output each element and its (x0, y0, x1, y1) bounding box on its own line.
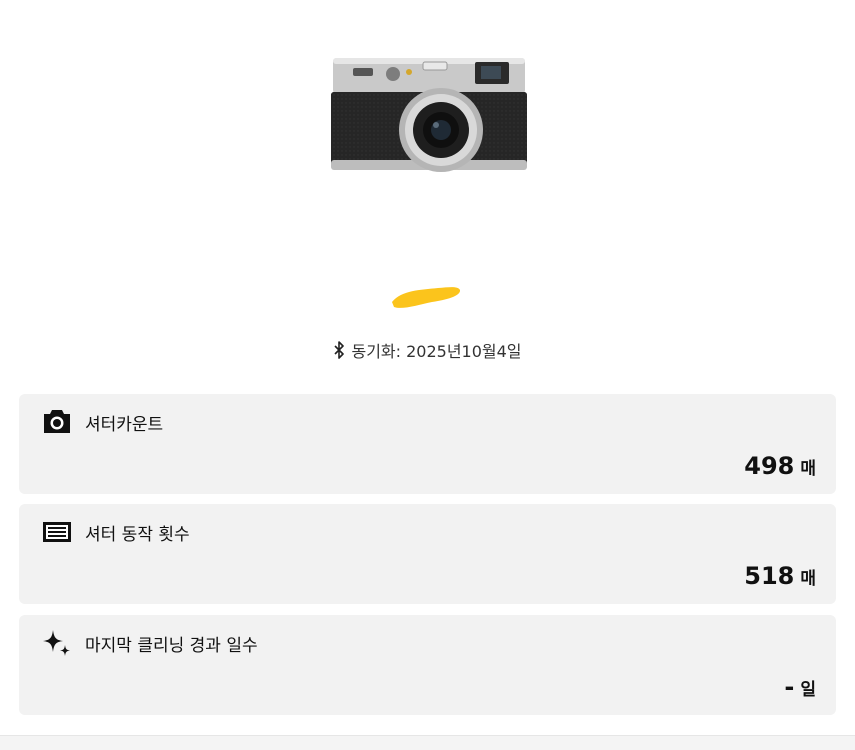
card-value: - (784, 673, 795, 701)
camera-icon (41, 407, 73, 437)
card-value: 518 (744, 562, 795, 590)
card-unit: 일 (800, 680, 816, 700)
card-title: 셔터카운트 (85, 415, 164, 435)
card-unit: 매 (800, 459, 816, 479)
card-value: 498 (744, 452, 795, 480)
cleaning-days-card: 마지막 클리닝 경과 일수 - 일 (19, 615, 836, 715)
card-title: 마지막 클리닝 경과 일수 (85, 636, 258, 656)
shutter-icon (41, 517, 73, 547)
sparkle-icon (41, 628, 73, 658)
sync-text: 동기화: 2025년10월4일 (351, 342, 522, 361)
camera-product-image (325, 50, 530, 175)
sync-status: 동기화: 2025년10월4일 (0, 338, 855, 362)
redaction-mark (388, 280, 464, 314)
card-unit: 매 (800, 569, 816, 589)
bluetooth-icon (333, 341, 345, 359)
shutter-actuation-card: 셔터 동작 횟수 518 매 (19, 504, 836, 604)
card-title: 셔터 동작 횟수 (85, 525, 190, 545)
shutter-count-card: 셔터카운트 498 매 (19, 394, 836, 494)
bottom-bar (0, 735, 855, 750)
